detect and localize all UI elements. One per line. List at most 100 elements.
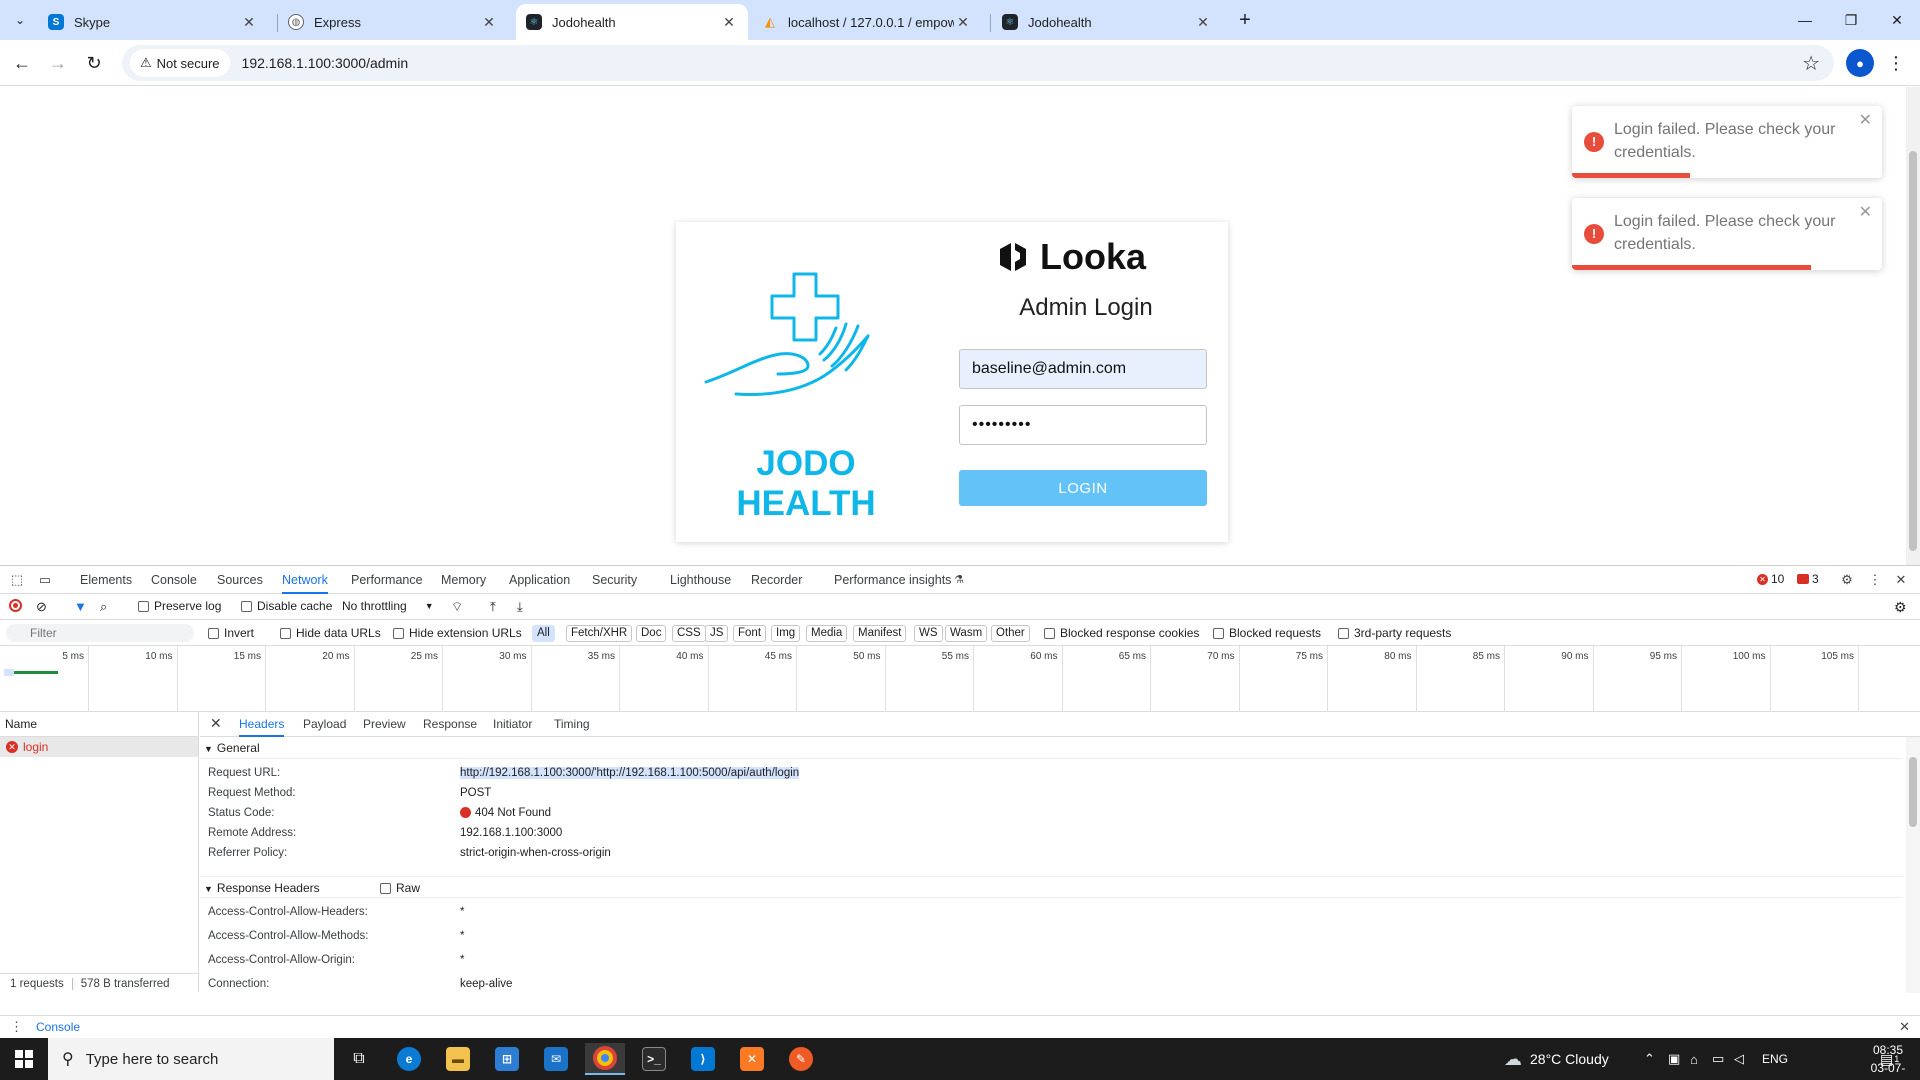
blocked-cookies-checkbox[interactable]: Blocked response cookies [1044,626,1199,640]
toast-close-icon[interactable]: ✕ [1859,202,1872,222]
type-filter-other[interactable]: Other [991,625,1030,642]
response-headers-section-header[interactable]: ▼ Response Headers Raw [200,876,1903,898]
request-row-login[interactable]: ✕ login [0,737,198,757]
type-filter-css[interactable]: CSS [672,625,706,642]
details-tab-payload[interactable]: Payload [303,712,346,737]
raw-checkbox[interactable]: Raw [380,877,420,899]
devtools-tab-elements[interactable]: Elements [80,566,132,594]
weather-widget[interactable]: ☁ 28°C Cloudy [1504,1038,1609,1080]
mail-icon[interactable]: ✉ [536,1043,576,1075]
tab-skype[interactable]: S Skype ✕ [38,4,268,40]
volume-icon[interactable]: ◁ [1734,1038,1744,1080]
network-settings-gear-icon[interactable]: ⚙ [1894,599,1907,616]
edge-icon[interactable]: e [389,1043,429,1075]
tab-close-icon[interactable]: ✕ [720,14,738,31]
drawer-tab-console[interactable]: Console [28,1016,89,1040]
devtools-tab-application[interactable]: Application [509,566,570,594]
window-close-icon[interactable]: ✕ [1874,0,1920,40]
task-view-icon[interactable]: ⧉ [339,1043,379,1075]
tab-phpmyadmin[interactable]: ◭ localhost / 127.0.0.1 / empower ✕ [752,4,982,40]
details-tab-preview[interactable]: Preview [363,712,406,737]
details-tab-headers[interactable]: Headers [239,712,285,737]
type-filter-media[interactable]: Media [806,625,848,642]
tab-close-icon[interactable]: ✕ [1194,14,1212,31]
invert-checkbox[interactable]: Invert [208,626,254,640]
restore-icon[interactable]: ❐ [1828,0,1874,40]
details-tab-timing[interactable]: Timing [554,712,590,737]
tray-app-icon[interactable]: ▣ [1668,1038,1680,1080]
type-filter-js[interactable]: JS [705,625,729,642]
minimize-icon[interactable]: — [1782,0,1828,40]
terminal-icon[interactable]: >_ [634,1043,674,1075]
export-har-icon[interactable]: ⤓ [517,599,523,615]
address-bar[interactable]: ⚠ Not secure 192.168.1.100:3000/admin ☆ [122,45,1834,81]
login-button[interactable]: LOGIN [959,470,1207,506]
tab-close-icon[interactable]: ✕ [480,14,498,31]
import-har-icon[interactable]: ⤒ [490,599,496,615]
blocked-requests-checkbox[interactable]: Blocked requests [1213,626,1321,640]
network-icon[interactable]: ▭ [1712,1038,1724,1080]
inspect-element-icon[interactable]: ⬚ [8,571,26,589]
devtools-tab-performance-insights[interactable]: Performance insights [834,566,951,594]
notifications-icon[interactable]: ▤ 1 [1880,1038,1899,1080]
devtools-tab-console[interactable]: Console [151,566,197,594]
details-tab-response[interactable]: Response [423,712,477,737]
email-field[interactable] [959,349,1207,389]
file-explorer-icon[interactable]: ▬ [438,1043,478,1075]
search-icon[interactable]: ⌕ [100,599,107,615]
page-scrollbar[interactable] [1906,87,1920,565]
xampp-icon[interactable]: ✕ [732,1043,772,1075]
type-filter-all[interactable]: All [532,625,555,642]
start-button[interactable] [0,1038,48,1080]
password-field[interactable] [959,405,1207,445]
hide-extension-urls-checkbox[interactable]: Hide extension URLs [393,626,522,640]
devtools-tab-memory[interactable]: Memory [441,566,486,594]
not-secure-chip[interactable]: ⚠ Not secure [130,49,230,77]
bookmark-star-icon[interactable]: ☆ [1802,51,1820,76]
profile-avatar-icon[interactable]: ● [1846,49,1874,77]
close-details-icon[interactable]: ✕ [210,715,222,732]
tray-app-icon[interactable]: ⌂ [1690,1038,1698,1080]
devtools-menu-icon[interactable]: ⋮ [1866,571,1884,589]
tab-close-icon[interactable]: ✕ [240,14,258,31]
record-icon[interactable] [9,599,22,612]
hide-data-urls-checkbox[interactable]: Hide data URLs [280,626,381,640]
devtools-tab-performance[interactable]: Performance [351,566,423,594]
throttling-select[interactable]: No throttling ▼ [342,599,434,613]
chrome-menu-icon[interactable]: ⋮ [1886,49,1906,77]
network-overview-timeline[interactable]: 5 ms 10 ms 15 ms 20 ms 25 ms 30 ms 35 ms 40 ms 4… [0,646,1920,712]
general-section-header[interactable]: ▼ General [200,737,1903,759]
name-column-header[interactable]: Name [0,712,198,737]
type-filter-manifest[interactable]: Manifest [853,625,907,642]
tab-express[interactable]: ◍ Express ✕ [278,4,508,40]
third-party-checkbox[interactable]: 3rd-party requests [1338,626,1451,640]
details-tab-initiator[interactable]: Initiator [493,712,532,737]
type-filter-fetch-xhr[interactable]: Fetch/XHR [566,625,633,642]
tab-jodohealth[interactable]: ⚛ Jodohealth ✕ [992,4,1222,40]
devtools-tab-network[interactable]: Network [282,566,328,594]
type-filter-doc[interactable]: Doc [636,625,667,642]
request-url-value[interactable]: http://192.168.1.100:3000/'http://192.16… [460,767,800,779]
tray-overflow-chevron-icon[interactable]: ⌃ [1644,1038,1655,1080]
reload-icon[interactable]: ↻ [80,49,108,77]
type-filter-font[interactable]: Font [733,625,767,642]
chrome-icon[interactable] [585,1043,625,1075]
back-arrow-icon[interactable]: ← [8,49,36,77]
network-conditions-wifi-icon[interactable]: ⌔ [451,599,463,615]
error-counter[interactable]: ✕ 10 [1757,572,1784,586]
devtools-settings-gear-icon[interactable]: ⚙ [1838,571,1856,589]
devtools-tab-sources[interactable]: Sources [217,566,263,594]
devtools-tab-lighthouse[interactable]: Lighthouse [670,566,731,594]
type-filter-img[interactable]: Img [771,625,801,642]
taskbar-search-box[interactable]: ⚲ Type here to search [48,1038,334,1080]
preserve-log-checkbox[interactable]: Preserve log [138,599,221,613]
drawer-close-icon[interactable]: ✕ [1899,1019,1910,1035]
forward-arrow-icon[interactable]: → [44,49,72,77]
type-filter-ws[interactable]: WS [914,625,943,642]
filter-input[interactable] [6,624,194,642]
devtools-tab-recorder[interactable]: Recorder [751,566,802,594]
filter-funnel-icon[interactable]: ▼ [74,599,87,614]
vscode-icon[interactable]: ⟩ [683,1043,723,1075]
disable-cache-checkbox[interactable]: Disable cache [241,599,332,613]
clear-icon[interactable]: ⊘ [36,599,47,615]
